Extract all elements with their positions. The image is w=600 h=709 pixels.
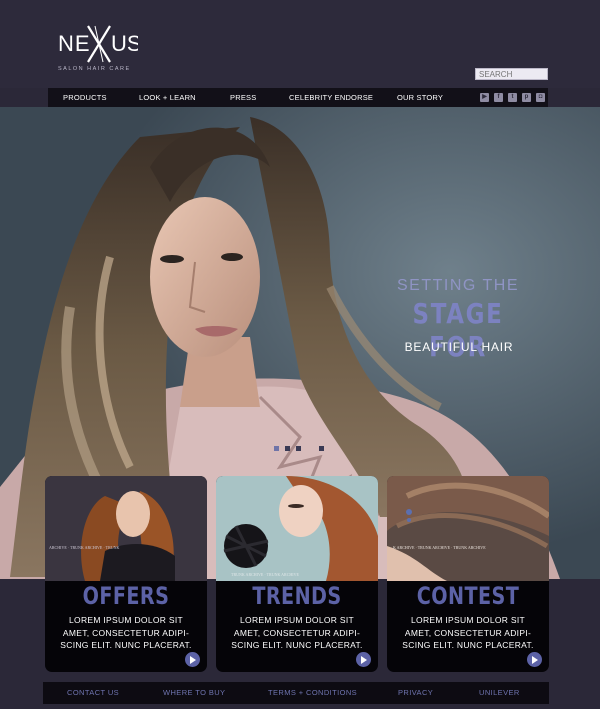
search-input[interactable]	[475, 68, 548, 80]
slide-dot-2[interactable]	[285, 446, 290, 451]
footer-contact-us[interactable]: CONTACT US	[67, 682, 119, 704]
footer-where-to-buy[interactable]: WHERE TO BUY	[163, 682, 225, 704]
contest-arrow-icon[interactable]	[527, 652, 542, 667]
svg-text:TRUNK ARCHIVE · TRUNK ARCHIVE: TRUNK ARCHIVE · TRUNK ARCHIVE	[231, 572, 299, 577]
contest-card-title: CONTEST	[416, 582, 520, 610]
trends-arrow-icon[interactable]	[356, 652, 371, 667]
trends-card-body: LOREM IPSUM DOLOR SIT AMET, CONSECTETUR …	[231, 615, 363, 650]
nav-item-our-story[interactable]: OUR STORY	[397, 88, 443, 107]
twitter-icon[interactable]: t	[508, 93, 517, 102]
instagram-icon[interactable]: ◘	[536, 93, 545, 102]
footer-privacy[interactable]: PRIVACY	[398, 682, 433, 704]
offers-card-title: OFFERS	[82, 582, 170, 610]
slide-dot-4[interactable]	[319, 446, 324, 451]
slide-dot-3[interactable]	[296, 446, 301, 451]
footer-terms-conditions[interactable]: TERMS + CONDITIONS	[268, 682, 357, 704]
main-nav: PRODUCTS LOOK + LEARN PRESS CELEBRITY EN…	[48, 88, 548, 107]
nav-item-look-learn[interactable]: LOOK + LEARN	[139, 88, 196, 107]
hero-headline-line1: SETTING THE	[397, 277, 519, 294]
slide-dot-1[interactable]	[274, 446, 279, 451]
trends-card-photo: TRUNK ARCHIVE · TRUNK ARCHIVE	[216, 476, 378, 581]
contest-card-photo: K ARCHIVE · TRUNK ARCHIVE · TRUNK ARCHIV…	[387, 476, 549, 581]
nexxus-logo[interactable]: NE US SALON HAIR CARE	[58, 24, 138, 74]
contest-card-body: LOREM IPSUM DOLOR SIT AMET, CONSECTETUR …	[402, 615, 534, 650]
site-footer: CONTACT US WHERE TO BUY TERMS + CONDITIO…	[43, 682, 549, 704]
nav-item-celebrity-endorse[interactable]: CELEBRITY ENDORSE	[289, 88, 373, 107]
offers-arrow-icon[interactable]	[185, 652, 200, 667]
contest-card[interactable]: K ARCHIVE · TRUNK ARCHIVE · TRUNK ARCHIV…	[387, 476, 549, 672]
svg-text:NE: NE	[58, 31, 91, 56]
svg-text:K ARCHIVE · TRUNK ARCHIVE · TR: K ARCHIVE · TRUNK ARCHIVE · TRUNK ARCHIV…	[393, 545, 486, 550]
nav-item-products[interactable]: PRODUCTS	[63, 88, 107, 107]
offers-card-body: LOREM IPSUM DOLOR SIT AMET, CONSECTETUR …	[60, 615, 192, 650]
site-header: NE US SALON HAIR CARE	[0, 0, 600, 88]
offers-card-photo: ARCHIVE · TRUNK ARCHIVE · TRUNK	[45, 476, 207, 581]
pinterest-icon[interactable]: p	[522, 93, 531, 102]
hero-headline-line3: BEAUTIFUL HAIR	[404, 340, 514, 354]
svg-text:ARCHIVE · TRUNK ARCHIVE · TRUN: ARCHIVE · TRUNK ARCHIVE · TRUNK	[49, 545, 120, 550]
nav-item-press[interactable]: PRESS	[230, 88, 256, 107]
youtube-icon[interactable]: ▶	[480, 93, 489, 102]
logo-tagline: SALON HAIR CARE	[58, 66, 131, 72]
footer-unilever[interactable]: UNILEVER	[479, 682, 520, 704]
trends-card[interactable]: TRUNK ARCHIVE · TRUNK ARCHIVE TRENDS LOR…	[216, 476, 378, 672]
svg-text:US: US	[111, 31, 138, 56]
facebook-icon[interactable]: f	[494, 93, 503, 102]
trends-card-title: TRENDS	[252, 582, 342, 610]
logo-mark: NE US	[58, 25, 138, 63]
offers-card[interactable]: ARCHIVE · TRUNK ARCHIVE · TRUNK OFFERS L…	[45, 476, 207, 672]
